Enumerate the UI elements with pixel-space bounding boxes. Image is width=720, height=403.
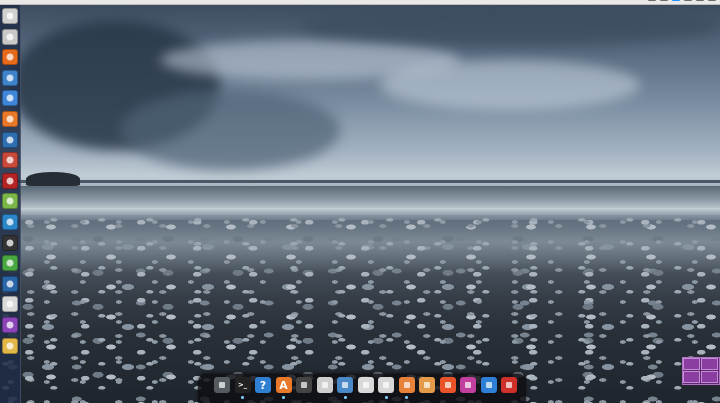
- dock-media-icon[interactable]: [460, 377, 476, 393]
- running-indicator: [282, 396, 285, 399]
- launcher-archive-icon[interactable]: [2, 337, 18, 354]
- firefox-icon: [4, 51, 16, 63]
- desktop-wallpaper: [0, 0, 720, 403]
- workspace-2[interactable]: [701, 358, 718, 370]
- document-icon: [421, 379, 433, 391]
- terminal-icon: >_: [237, 380, 248, 389]
- dock-window-icon[interactable]: [357, 377, 374, 393]
- media-icon: [462, 379, 474, 391]
- software-center-icon: [4, 113, 16, 125]
- window-icon: [360, 379, 372, 391]
- launcher-sublime-icon[interactable]: [2, 234, 18, 251]
- launcher-dash-icon[interactable]: [2, 8, 18, 24]
- dock-document-icon[interactable]: [419, 377, 435, 393]
- launcher-chromium-icon[interactable]: [2, 69, 18, 86]
- skype-icon: [4, 216, 16, 228]
- dock-clock-icon[interactable]: [439, 377, 456, 393]
- sublime-icon: [4, 237, 16, 249]
- folder-icon: [401, 379, 413, 391]
- indicator-icon[interactable]: [672, 0, 680, 1]
- battery-icon[interactable]: [684, 0, 692, 1]
- launcher-settings-icon[interactable]: [2, 193, 18, 210]
- wallpaper-cloud-bright: [380, 60, 640, 110]
- network-icon[interactable]: [648, 0, 656, 1]
- dock-terminal-icon[interactable]: >_: [234, 377, 251, 393]
- system-tools-icon: [4, 154, 16, 166]
- clock-icon: [442, 379, 454, 391]
- session-icon[interactable]: [708, 0, 716, 1]
- control-panel-icon: [380, 379, 392, 391]
- media-icon: [4, 319, 16, 331]
- workspace-3[interactable]: [683, 371, 700, 383]
- running-indicator: [343, 396, 347, 399]
- wallpaper-surf: [0, 186, 720, 208]
- calculator-icon: [319, 379, 331, 391]
- running-indicator: [384, 396, 388, 399]
- dash-icon: [4, 10, 16, 22]
- settings-icon: [4, 195, 16, 207]
- volume-icon[interactable]: [660, 0, 668, 1]
- wallpaper-horizon: [0, 180, 720, 183]
- torrent-icon: [4, 257, 16, 269]
- wallpaper-rock: [26, 172, 80, 186]
- files-icon: [4, 31, 16, 43]
- software-center-icon: A: [279, 378, 288, 392]
- launcher-software-center-icon[interactable]: [2, 111, 18, 127]
- browser-icon: [339, 379, 351, 391]
- dock-browser-icon[interactable]: [337, 377, 353, 393]
- running-indicator: [241, 396, 244, 399]
- dock-wheel-icon[interactable]: [214, 377, 230, 393]
- launcher-firefox-icon[interactable]: [2, 49, 18, 66]
- power-icon: [503, 379, 515, 391]
- clock-icon[interactable]: [696, 0, 704, 1]
- help-icon: ?: [259, 378, 267, 392]
- dock-calculator-icon[interactable]: [316, 377, 333, 393]
- launcher-system-tools-icon[interactable]: [2, 152, 18, 169]
- network-tool-icon: [4, 278, 16, 290]
- archive-icon: [4, 340, 16, 352]
- shotwell-icon: [4, 134, 16, 146]
- system-tray: [648, 0, 716, 3]
- dock-software-center-icon[interactable]: A: [275, 377, 292, 393]
- workspace-1[interactable]: [683, 358, 700, 370]
- dock-camera-icon[interactable]: [296, 377, 312, 393]
- launcher-shotwell-icon[interactable]: [2, 131, 18, 148]
- launcher-torrent-icon[interactable]: [2, 255, 18, 272]
- launcher-writer-icon[interactable]: [2, 90, 18, 107]
- launcher-network-tool-icon[interactable]: [2, 275, 18, 292]
- accessibility-icon: [483, 379, 495, 391]
- dock-power-icon[interactable]: [501, 377, 517, 393]
- running-indicator: [405, 396, 408, 399]
- launcher-files-icon[interactable]: [2, 28, 18, 45]
- chromium-icon: [4, 72, 16, 84]
- launcher-slides-icon[interactable]: [2, 296, 18, 313]
- top-panel: [0, 0, 720, 5]
- wallpaper-cloud-mid: [120, 90, 340, 170]
- bottom-dock: >_? A: [198, 374, 526, 403]
- dock-help-icon[interactable]: ?: [255, 377, 271, 393]
- unity-launcher: [0, 4, 21, 403]
- slides-icon: [4, 298, 16, 310]
- launcher-media-icon[interactable]: [2, 317, 18, 333]
- wallpaper-cloud-top: [300, 6, 720, 46]
- terminal-icon: [4, 175, 16, 187]
- writer-icon: [4, 92, 16, 104]
- camera-icon: [298, 379, 310, 391]
- dock-folder-icon[interactable]: [398, 377, 415, 393]
- dock-control-panel-icon[interactable]: [378, 377, 394, 393]
- workspace-switcher[interactable]: [682, 357, 720, 385]
- wheel-icon: [216, 379, 228, 391]
- launcher-terminal-icon[interactable]: [2, 172, 18, 189]
- workspace-4[interactable]: [701, 371, 718, 383]
- launcher-skype-icon[interactable]: [2, 214, 18, 230]
- dock-accessibility-icon[interactable]: [480, 377, 497, 393]
